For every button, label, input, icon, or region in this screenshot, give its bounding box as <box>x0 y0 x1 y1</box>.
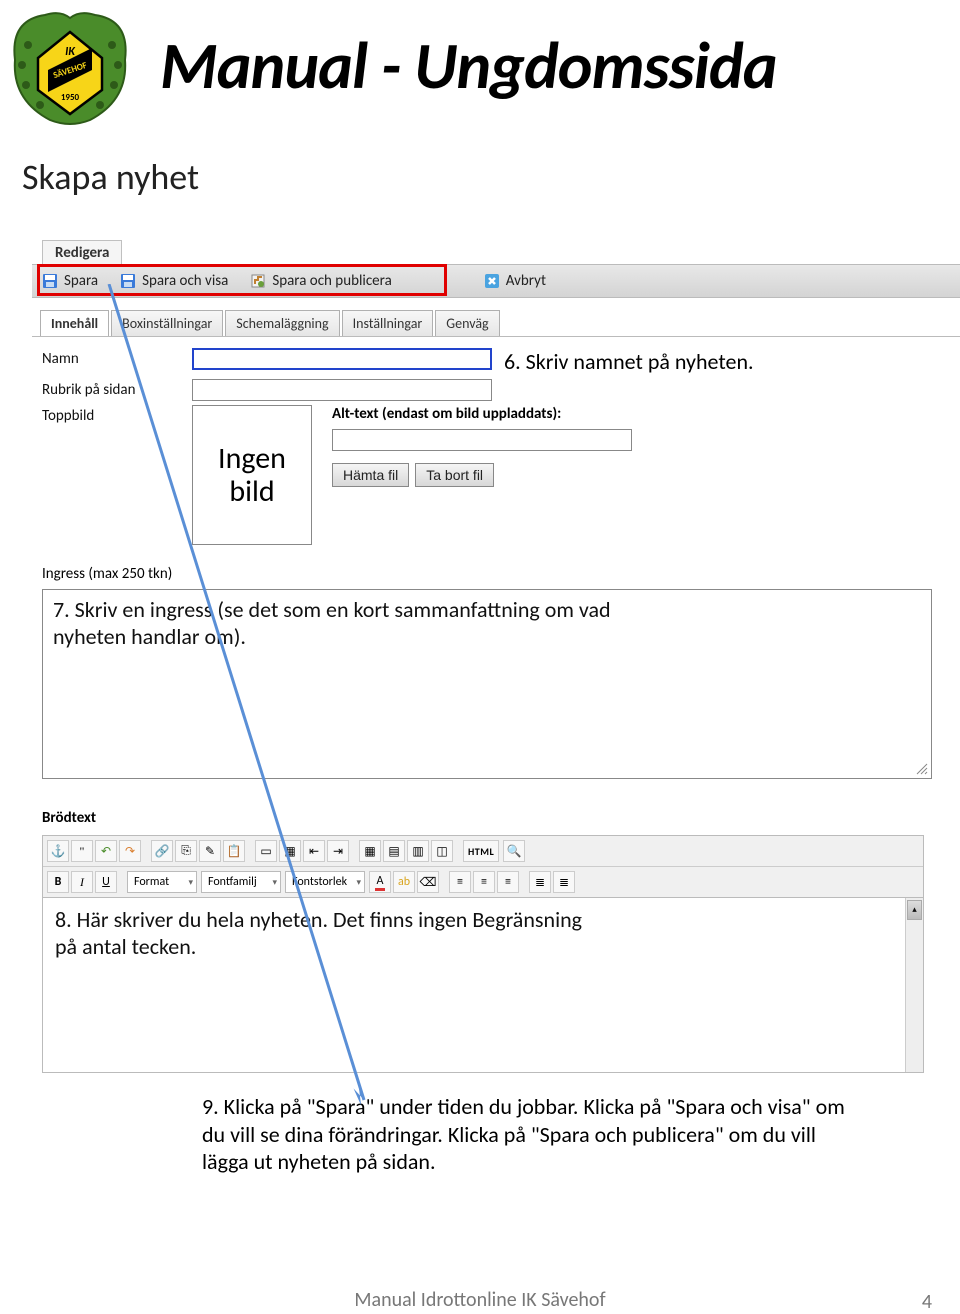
editor-toolbar: ⚓ " ↶ ↷ 🔗 ⎘ ✎ 📋 ▭ ▦ ⇤ ⇥ <box>42 835 924 898</box>
action-toolbar: Spara Spara och visa Spara och publicera… <box>32 264 960 298</box>
club-logo: IK SÄVEHOF 1950 <box>10 10 130 130</box>
ingress-textarea[interactable]: 7. Skriv en ingress (se det som en kort … <box>42 589 932 779</box>
format-select[interactable]: Format <box>127 871 197 893</box>
indent-left-icon[interactable]: ⇤ <box>303 840 325 862</box>
page-number: 4 <box>922 1290 932 1314</box>
instruction-8: 8. Här skriver du hela nyheten. Det finn… <box>55 906 595 960</box>
instruction-7: 7. Skriv en ingress (se det som en kort … <box>53 596 673 650</box>
align-center-icon[interactable]: ≡ <box>473 871 495 893</box>
rubrik-input[interactable] <box>192 379 492 401</box>
brodtext-editor[interactable]: 8. Här skriver du hela nyheten. Det finn… <box>42 898 924 1073</box>
textcolor-icon[interactable]: A <box>369 871 391 893</box>
save-publish-button[interactable]: Spara och publicera <box>250 272 391 290</box>
save-button[interactable]: Spara <box>42 272 98 290</box>
eraser-icon[interactable]: ⌫ <box>417 871 439 893</box>
label-ingress: Ingress (max 250 tkn) <box>42 565 955 583</box>
structure-icon[interactable]: ▦ <box>279 840 301 862</box>
italic-icon[interactable]: I <box>71 871 93 893</box>
label-toppbild: Toppbild <box>42 405 192 425</box>
link-icon[interactable]: 🔗 <box>151 840 173 862</box>
tab-schemalaggning[interactable]: Schemaläggning <box>225 310 339 337</box>
page-title: Manual - Ungdomssida <box>160 25 777 106</box>
sub-tabs: Innehåll Boxinställningar Schemaläggning… <box>40 310 500 337</box>
numbered-list-icon[interactable]: ≣ <box>553 871 575 893</box>
quote-icon[interactable]: " <box>71 840 93 862</box>
scrollbar[interactable]: ▴ <box>905 898 923 1072</box>
section-title: Skapa nyhet <box>22 155 199 199</box>
fetch-file-button[interactable]: Hämta fil <box>332 463 409 487</box>
cancel-button[interactable]: Avbryt <box>484 272 546 290</box>
save-view-button[interactable]: Spara och visa <box>120 272 228 290</box>
save-icon <box>120 273 136 289</box>
resize-handle-icon[interactable] <box>916 763 928 775</box>
svg-text:1950: 1950 <box>61 92 80 103</box>
label-brodtext: Brödtext <box>42 809 955 827</box>
bold-icon[interactable]: B <box>47 871 69 893</box>
tab-redigera[interactable]: Redigera <box>42 240 122 265</box>
label-rubrik: Rubrik på sidan <box>42 379 192 399</box>
html-button[interactable]: HTML <box>463 840 499 862</box>
publish-icon <box>250 273 266 289</box>
undo-icon[interactable]: ↶ <box>95 840 117 862</box>
table-icon[interactable]: ▦ <box>359 840 381 862</box>
highlight-icon[interactable]: ab <box>393 871 415 893</box>
close-icon <box>484 273 500 289</box>
label-alt-text: Alt-text (endast om bild uppladdats): <box>332 405 955 423</box>
underline-icon[interactable]: U <box>95 871 117 893</box>
align-right-icon[interactable]: ≡ <box>497 871 519 893</box>
name-input[interactable] <box>192 348 492 370</box>
alt-text-input[interactable] <box>332 429 632 451</box>
tab-boxinstallningar[interactable]: Boxinställningar <box>111 310 223 337</box>
image-placeholder[interactable]: Ingen bild <box>192 405 312 545</box>
bullet-list-icon[interactable]: ≣ <box>529 871 551 893</box>
svg-text:IK: IK <box>65 45 76 59</box>
cell-icon[interactable]: ◫ <box>431 840 453 862</box>
anchor-icon[interactable]: ⚓ <box>47 840 69 862</box>
fontsize-select[interactable]: Fontstorlek <box>285 871 365 893</box>
indent-right-icon[interactable]: ⇥ <box>327 840 349 862</box>
image-icon[interactable]: ▭ <box>255 840 277 862</box>
label-namn: Namn <box>42 348 192 368</box>
fontfamily-select[interactable]: Fontfamilj <box>201 871 281 893</box>
cms-screenshot: Redigera Spara Spara och visa Spara och … <box>22 240 960 1200</box>
edit-icon[interactable]: ✎ <box>199 840 221 862</box>
scroll-up-arrow[interactable]: ▴ <box>907 900 922 920</box>
instruction-9: 9. Klicka på "Spara" under tiden du jobb… <box>202 1093 852 1176</box>
col-icon[interactable]: ▥ <box>407 840 429 862</box>
clipboard-icon[interactable]: 📋 <box>223 840 245 862</box>
search-icon[interactable]: 🔍 <box>503 840 525 862</box>
tab-installningar[interactable]: Inställningar <box>342 310 434 337</box>
footer-text: Manual Idrottonline IK Sävehof <box>0 1288 960 1314</box>
align-left-icon[interactable]: ≡ <box>449 871 471 893</box>
save-icon <box>42 273 58 289</box>
redo-icon[interactable]: ↷ <box>119 840 141 862</box>
remove-file-button[interactable]: Ta bort fil <box>415 463 494 487</box>
row-icon[interactable]: ▤ <box>383 840 405 862</box>
tab-genvag[interactable]: Genväg <box>435 310 499 337</box>
instruction-6: 6. Skriv namnet på nyheten. <box>504 348 754 375</box>
tab-innehall[interactable]: Innehåll <box>40 310 109 337</box>
copy-icon[interactable]: ⎘ <box>175 840 197 862</box>
